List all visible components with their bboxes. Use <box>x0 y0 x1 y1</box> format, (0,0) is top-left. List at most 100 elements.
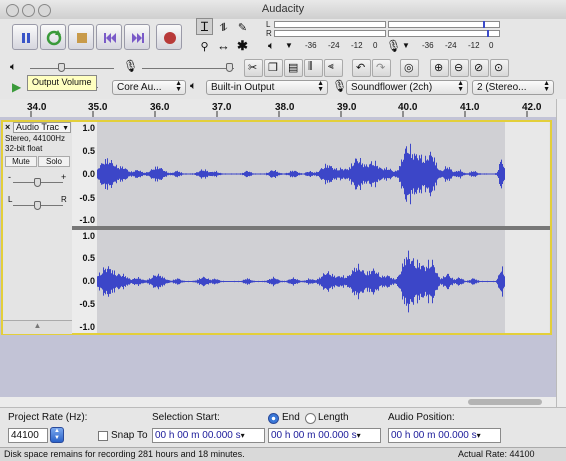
gain-plus-label: + <box>61 172 67 182</box>
end-radio-label: End <box>282 412 300 423</box>
vertical-scrollbar[interactable] <box>556 99 566 407</box>
pan-left-label: L <box>8 195 13 204</box>
play-at-speed-icon[interactable]: ▶ <box>12 80 21 94</box>
play-button[interactable] <box>40 24 66 50</box>
stop-icon <box>77 33 87 43</box>
playback-meter-menu[interactable]: ▼ <box>285 41 293 50</box>
snap-to-checkbox[interactable] <box>98 431 108 441</box>
input-channels-select[interactable]: 2 (Stereo... ▲ ▼ <box>472 80 554 95</box>
undo-icon: ↶ <box>356 62 366 74</box>
input-channels-value: 2 (Stereo... <box>477 82 527 93</box>
waveform-right-channel[interactable] <box>97 230 505 333</box>
playback-meter-left <box>274 21 386 28</box>
stop-button[interactable] <box>68 24 94 50</box>
selection-start-value: 00 h 00 m 00.000 s <box>155 430 241 441</box>
scale-label: -1.0 <box>79 322 95 332</box>
envelope-icon: ⥮ <box>219 22 228 34</box>
paste-icon: ▤ <box>288 62 299 74</box>
fit-selection-button[interactable]: ⊘ <box>470 59 489 77</box>
output-device-select[interactable]: Built-in Output ▲ ▼ <box>206 80 328 95</box>
double-arrow-icon: ↔ <box>217 38 230 53</box>
length-radio-label: Length <box>318 412 349 423</box>
track-close-icon[interactable]: × <box>5 122 10 132</box>
draw-tool[interactable]: ✎ <box>234 18 251 35</box>
skip-to-start-button[interactable] <box>96 24 122 50</box>
undo-button[interactable]: ↶ <box>352 59 371 77</box>
scale-label: -0.5 <box>79 299 95 309</box>
project-rate-field[interactable]: 44100 <box>8 428 48 443</box>
track-control-panel: × Audio Trac ▼ Stereo, 44100Hz 32-bit fl… <box>3 122 73 334</box>
waveform-left-svg <box>97 143 505 205</box>
audio-host-select[interactable]: Core Au... ▲ ▼ <box>112 80 186 95</box>
rec-scale-36: -36 <box>422 41 434 50</box>
multi-tool[interactable]: ✱ <box>234 37 251 54</box>
length-radio[interactable] <box>305 413 316 424</box>
end-radio[interactable] <box>268 413 279 424</box>
fit-project-icon: ⊙ <box>494 62 504 74</box>
copy-icon: ❐ <box>268 62 278 74</box>
silence-button[interactable]: ⫷ <box>324 59 343 77</box>
updown-arrows-icon: ▲ ▼ <box>317 80 324 93</box>
timeline-ruler[interactable]: 34.0 35.0 36.0 37.0 38.0 39.0 40.0 41.0 … <box>0 99 556 118</box>
updown-arrows-icon: ▲ ▼ <box>457 80 464 93</box>
updown-arrows-icon: ▲ ▼ <box>175 80 182 93</box>
i-beam-icon: Ɪ <box>200 19 209 34</box>
envelope-tool[interactable]: ⥮ <box>215 18 232 35</box>
status-disk-space: Disk space remains for recording 281 hou… <box>4 449 245 459</box>
project-rate-stepper[interactable]: ▲ ▼ <box>50 427 64 443</box>
pencil-icon: ✎ <box>237 22 248 34</box>
copy-button[interactable]: ❐ <box>264 59 283 77</box>
track-name-menu[interactable]: Audio Trac ▼ <box>13 122 71 133</box>
redo-button[interactable]: ↷ <box>372 59 391 77</box>
record-meter-left <box>388 21 500 28</box>
selection-start-label: Selection Start: <box>152 412 220 423</box>
play-scale-36: -36 <box>305 41 317 50</box>
project-rate-value: 44100 <box>11 430 39 441</box>
zoom-out-button[interactable]: ⊖ <box>450 59 469 77</box>
cut-button[interactable]: ✂ <box>244 59 263 77</box>
collapse-track-button[interactable]: ▲ <box>3 320 72 334</box>
output-volume-slider[interactable] <box>58 63 65 72</box>
selection-start-field[interactable]: 00 h 00 m 00.000 s▾ <box>152 428 265 443</box>
input-volume-slider[interactable] <box>226 63 233 72</box>
pause-icon <box>22 33 30 43</box>
paste-button[interactable]: ▤ <box>284 59 303 77</box>
speaker-icon: 🔈︎ <box>268 40 275 52</box>
skip-end-icon <box>132 33 144 43</box>
redo-icon: ↷ <box>376 62 386 74</box>
output-volume-tooltip: Output Volume <box>27 75 97 91</box>
gain-slider[interactable] <box>34 178 41 187</box>
time-shift-tool[interactable]: ↔ <box>215 37 232 54</box>
zoom-in-button[interactable]: ⊕ <box>430 59 449 77</box>
zoom-tool[interactable]: ⚲ <box>196 37 213 54</box>
scale-label: -0.5 <box>79 193 95 203</box>
pause-button[interactable] <box>12 24 38 50</box>
skip-to-end-button[interactable] <box>124 24 150 50</box>
sync-lock-icon: ◎ <box>404 62 414 74</box>
horizontal-scrollbar[interactable] <box>0 397 556 407</box>
output-volume-track[interactable] <box>30 68 114 69</box>
input-volume-track[interactable] <box>142 68 234 69</box>
horizontal-scroll-thumb[interactable] <box>468 399 542 405</box>
record-meter-right <box>388 30 500 37</box>
selection-end-field[interactable]: 00 h 00 m 00.000 s▾ <box>268 428 381 443</box>
mute-button[interactable]: Mute <box>5 156 37 167</box>
play-scale-12: -12 <box>351 41 363 50</box>
sync-lock-button[interactable]: ◎ <box>400 59 419 77</box>
solo-button[interactable]: Solo <box>38 156 70 167</box>
pan-right-label: R <box>61 195 67 204</box>
trim-button[interactable]: ⫼ <box>304 59 323 77</box>
audio-position-field[interactable]: 00 h 00 m 00.000 s▾ <box>388 428 501 443</box>
input-device-select[interactable]: Soundflower (2ch) ▲ ▼ <box>346 80 468 95</box>
pan-slider[interactable] <box>34 201 41 210</box>
record-button[interactable] <box>156 24 182 50</box>
play-scale-0: 0 <box>373 41 378 50</box>
selection-tool[interactable]: Ɪ <box>196 18 213 35</box>
title-bar: Audacity <box>0 0 566 20</box>
fit-project-button[interactable]: ⊙ <box>490 59 509 77</box>
waveform-left-channel[interactable] <box>97 122 505 226</box>
scale-label: 0.5 <box>82 146 95 156</box>
record-meter-menu[interactable]: ▼ <box>402 41 410 50</box>
audio-position-value: 00 h 00 m 00.000 s <box>391 430 477 441</box>
output-device-value: Built-in Output <box>211 82 275 93</box>
